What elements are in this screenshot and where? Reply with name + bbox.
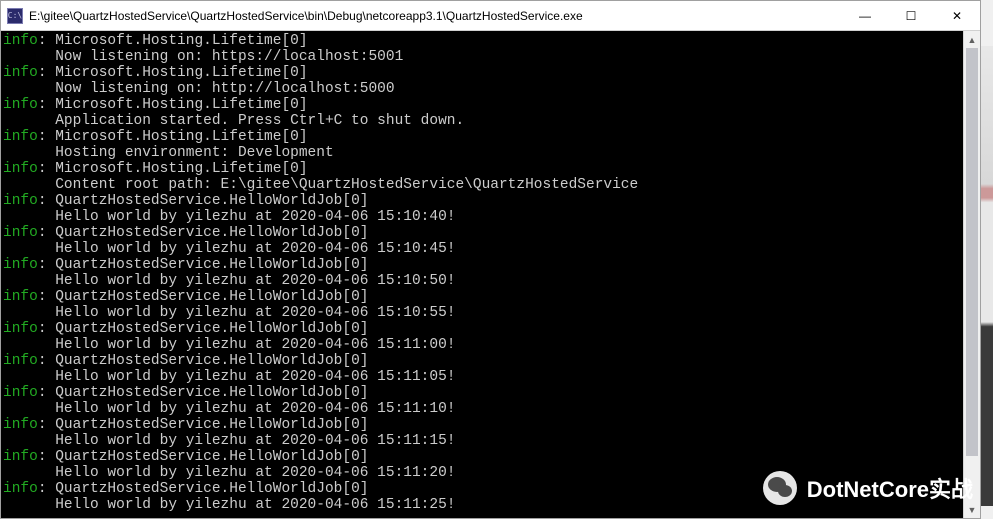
log-message: Hello world by yilezhu at 2020-04-06 15:… [3,465,455,481]
titlebar[interactable]: C:\ E:\gitee\QuartzHostedService\QuartzH… [1,1,980,31]
log-level: info [3,65,38,81]
log-level: info [3,225,38,241]
log-message: Hello world by yilezhu at 2020-04-06 15:… [3,337,455,353]
log-level: info [3,193,38,209]
log-line-header: info: Microsoft.Hosting.Lifetime[0] [3,129,980,145]
log-level: info [3,257,38,273]
log-message: Content root path: E:\gitee\QuartzHosted… [3,177,638,193]
log-source: : Microsoft.Hosting.Lifetime[0] [38,161,308,177]
log-line-message: Hosting environment: Development [3,145,980,161]
log-level: info [3,417,38,433]
log-source: : Microsoft.Hosting.Lifetime[0] [38,97,308,113]
vertical-scrollbar[interactable]: ▲ ▼ [963,31,980,518]
log-message: Hello world by yilezhu at 2020-04-06 15:… [3,401,455,417]
log-level: info [3,481,38,497]
log-source: : Microsoft.Hosting.Lifetime[0] [38,129,308,145]
app-icon: C:\ [7,8,23,24]
log-line-header: info: QuartzHostedService.HelloWorldJob[… [3,481,980,497]
log-source: : QuartzHostedService.HelloWorldJob[0] [38,417,369,433]
log-source: : QuartzHostedService.HelloWorldJob[0] [38,289,369,305]
log-line-message: Application started. Press Ctrl+C to shu… [3,113,980,129]
log-line-header: info: QuartzHostedService.HelloWorldJob[… [3,321,980,337]
log-level: info [3,385,38,401]
log-message: Application started. Press Ctrl+C to shu… [3,113,464,129]
log-level: info [3,33,38,49]
log-line-message: Hello world by yilezhu at 2020-04-06 15:… [3,497,980,513]
scrollbar-thumb[interactable] [966,48,978,456]
log-line-message: Hello world by yilezhu at 2020-04-06 15:… [3,401,980,417]
log-source: : QuartzHostedService.HelloWorldJob[0] [38,193,369,209]
log-line-header: info: QuartzHostedService.HelloWorldJob[… [3,417,980,433]
obscured-side-panel [981,46,993,506]
log-level: info [3,97,38,113]
log-level: info [3,449,38,465]
log-message: Hello world by yilezhu at 2020-04-06 15:… [3,497,455,513]
log-line-message: Now listening on: https://localhost:5001 [3,49,980,65]
log-line-header: info: QuartzHostedService.HelloWorldJob[… [3,257,980,273]
log-line-header: info: QuartzHostedService.HelloWorldJob[… [3,225,980,241]
log-message: Now listening on: https://localhost:5001 [3,49,403,65]
log-line-header: info: Microsoft.Hosting.Lifetime[0] [3,33,980,49]
log-level: info [3,353,38,369]
log-source: : QuartzHostedService.HelloWorldJob[0] [38,353,369,369]
log-line-message: Now listening on: http://localhost:5000 [3,81,980,97]
log-message: Hello world by yilezhu at 2020-04-06 15:… [3,433,455,449]
log-source: : QuartzHostedService.HelloWorldJob[0] [38,225,369,241]
log-source: : QuartzHostedService.HelloWorldJob[0] [38,321,369,337]
log-message: Hello world by yilezhu at 2020-04-06 15:… [3,209,455,225]
log-line-message: Hello world by yilezhu at 2020-04-06 15:… [3,465,980,481]
log-line-header: info: QuartzHostedService.HelloWorldJob[… [3,193,980,209]
log-line-header: info: Microsoft.Hosting.Lifetime[0] [3,161,980,177]
log-line-message: Content root path: E:\gitee\QuartzHosted… [3,177,980,193]
log-message: Hello world by yilezhu at 2020-04-06 15:… [3,305,455,321]
console-window: C:\ E:\gitee\QuartzHostedService\QuartzH… [0,0,981,519]
log-line-header: info: QuartzHostedService.HelloWorldJob[… [3,449,980,465]
log-message: Hosting environment: Development [3,145,334,161]
log-line-header: info: QuartzHostedService.HelloWorldJob[… [3,353,980,369]
scroll-down-arrow-icon[interactable]: ▼ [964,501,980,518]
log-line-message: Hello world by yilezhu at 2020-04-06 15:… [3,273,980,289]
log-line-message: Hello world by yilezhu at 2020-04-06 15:… [3,433,980,449]
window-title: E:\gitee\QuartzHostedService\QuartzHoste… [29,9,842,23]
log-source: : Microsoft.Hosting.Lifetime[0] [38,65,308,81]
log-level: info [3,129,38,145]
console-output[interactable]: info: Microsoft.Hosting.Lifetime[0] Now … [1,31,980,518]
log-source: : QuartzHostedService.HelloWorldJob[0] [38,481,369,497]
log-line-header: info: Microsoft.Hosting.Lifetime[0] [3,97,980,113]
close-button[interactable]: ✕ [934,1,980,30]
minimize-button[interactable]: — [842,1,888,30]
log-line-message: Hello world by yilezhu at 2020-04-06 15:… [3,305,980,321]
log-level: info [3,289,38,305]
scroll-up-arrow-icon[interactable]: ▲ [964,31,980,48]
log-level: info [3,161,38,177]
log-line-header: info: QuartzHostedService.HelloWorldJob[… [3,385,980,401]
log-message: Hello world by yilezhu at 2020-04-06 15:… [3,273,455,289]
scrollbar-track[interactable] [964,48,980,501]
log-line-message: Hello world by yilezhu at 2020-04-06 15:… [3,337,980,353]
log-source: : QuartzHostedService.HelloWorldJob[0] [38,449,369,465]
log-line-message: Hello world by yilezhu at 2020-04-06 15:… [3,369,980,385]
log-line-message: Hello world by yilezhu at 2020-04-06 15:… [3,209,980,225]
maximize-button[interactable]: ☐ [888,1,934,30]
window-control-group: — ☐ ✕ [842,1,980,30]
log-message: Hello world by yilezhu at 2020-04-06 15:… [3,369,455,385]
log-line-header: info: Microsoft.Hosting.Lifetime[0] [3,65,980,81]
log-message: Now listening on: http://localhost:5000 [3,81,395,97]
log-source: : QuartzHostedService.HelloWorldJob[0] [38,257,369,273]
log-line-header: info: QuartzHostedService.HelloWorldJob[… [3,289,980,305]
log-source: : QuartzHostedService.HelloWorldJob[0] [38,385,369,401]
log-message: Hello world by yilezhu at 2020-04-06 15:… [3,241,455,257]
log-source: : Microsoft.Hosting.Lifetime[0] [38,33,308,49]
log-level: info [3,321,38,337]
log-line-message: Hello world by yilezhu at 2020-04-06 15:… [3,241,980,257]
